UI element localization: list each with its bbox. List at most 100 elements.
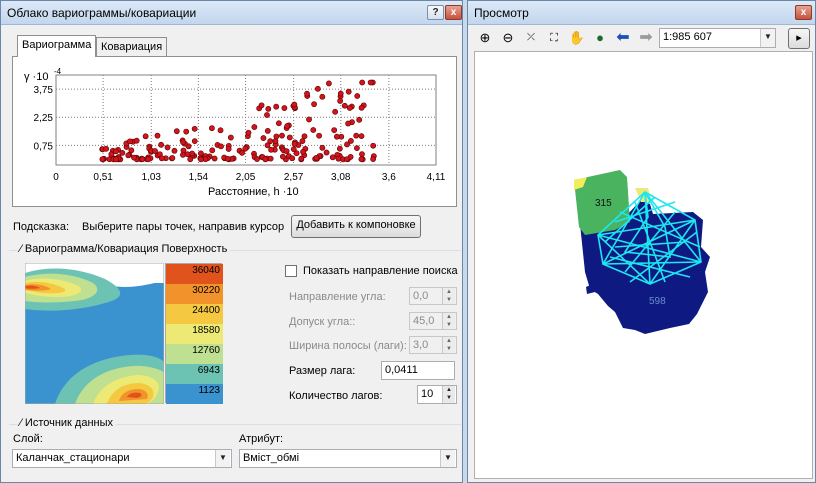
variogram-scatter-chart[interactable]: 0 0,51 1,03 1,54 2,05 2,57 3,08 3,6 4,11 0,75 2,25… [13, 57, 456, 206]
show-direction-checkbox[interactable] [285, 265, 297, 277]
data-point[interactable] [370, 156, 377, 162]
attribute-select[interactable]: Вміст_обмі [239, 449, 457, 468]
data-point[interactable] [346, 105, 353, 111]
data-point[interactable] [125, 152, 132, 159]
data-point[interactable] [113, 156, 119, 163]
fixed-zoom-out-icon[interactable]: ⛶ [545, 29, 563, 47]
zoom-in-icon[interactable]: ⊕ [476, 29, 494, 47]
data-point[interactable] [264, 142, 271, 149]
scale-dropdown-arrow-icon[interactable]: ▼ [760, 29, 775, 47]
data-point[interactable] [171, 147, 178, 154]
data-point[interactable] [319, 144, 326, 151]
data-point[interactable] [332, 108, 339, 115]
data-point[interactable] [191, 125, 198, 132]
data-point[interactable] [331, 127, 338, 134]
data-point[interactable] [211, 155, 218, 162]
data-point[interactable] [112, 148, 119, 155]
data-point[interactable] [354, 145, 360, 152]
fixed-zoom-in-icon[interactable]: ⤫ [522, 29, 540, 47]
data-point[interactable] [254, 156, 260, 162]
data-point[interactable] [154, 132, 161, 139]
data-point[interactable] [310, 127, 317, 133]
data-point[interactable] [283, 148, 290, 155]
data-point[interactable] [218, 143, 224, 150]
data-point[interactable] [279, 153, 286, 160]
preview-close-button[interactable]: x [795, 5, 812, 20]
data-point[interactable] [209, 147, 216, 154]
data-point[interactable] [335, 155, 342, 162]
data-point[interactable] [264, 112, 270, 118]
data-point[interactable] [184, 151, 191, 158]
data-point[interactable] [145, 156, 152, 163]
data-point[interactable] [291, 101, 298, 108]
data-point[interactable] [329, 154, 336, 161]
toolbar-more-button[interactable]: ▸ [788, 28, 810, 49]
data-point[interactable] [180, 139, 187, 146]
data-point[interactable] [260, 135, 267, 141]
data-point[interactable] [268, 146, 274, 153]
map-canvas[interactable]: 315 598 [475, 52, 812, 478]
data-point[interactable] [286, 134, 293, 141]
data-point[interactable] [299, 138, 306, 144]
data-point[interactable] [326, 80, 332, 87]
back-arrow-icon[interactable]: ⬅ [614, 29, 632, 47]
data-point[interactable] [183, 128, 190, 135]
data-point[interactable] [367, 79, 374, 86]
data-point[interactable] [336, 145, 343, 152]
lag-size-input[interactable]: 0,0411 [381, 361, 455, 380]
data-point[interactable] [359, 151, 365, 158]
full-extent-globe-icon[interactable]: ● [591, 29, 609, 47]
data-point[interactable] [354, 93, 361, 99]
data-point[interactable] [345, 88, 352, 95]
data-point[interactable] [281, 105, 288, 111]
data-point[interactable] [173, 128, 180, 135]
data-point[interactable] [358, 156, 365, 163]
data-point[interactable] [314, 85, 321, 92]
data-point[interactable] [209, 125, 215, 132]
data-point[interactable] [313, 154, 320, 161]
data-point[interactable] [341, 102, 348, 109]
data-point[interactable] [319, 93, 326, 100]
forward-arrow-icon[interactable]: ➡ [637, 29, 655, 47]
data-point[interactable] [227, 134, 234, 141]
data-point[interactable] [225, 156, 231, 162]
data-point[interactable] [133, 137, 140, 144]
data-point[interactable] [311, 101, 317, 108]
data-point[interactable] [358, 104, 365, 111]
data-point[interactable] [158, 155, 165, 162]
data-point[interactable] [131, 154, 137, 161]
data-point[interactable] [264, 128, 271, 134]
data-point[interactable] [316, 132, 323, 139]
data-point[interactable] [265, 105, 272, 112]
data-point[interactable] [262, 156, 269, 163]
data-point[interactable] [267, 155, 274, 162]
tab-covariance[interactable]: Ковариация [96, 37, 168, 57]
data-point[interactable] [217, 127, 224, 134]
close-button[interactable]: x [445, 5, 462, 20]
data-point[interactable] [306, 116, 312, 123]
layer-select[interactable]: Каланчак_стационари [12, 449, 232, 468]
data-point[interactable] [99, 156, 106, 163]
angle-direction-spinner[interactable]: ▲ ▼ [442, 288, 455, 304]
pan-hand-icon[interactable]: ✋ [568, 29, 586, 47]
data-point[interactable] [333, 133, 340, 140]
data-point[interactable] [323, 149, 330, 156]
data-point[interactable] [245, 129, 252, 136]
data-point[interactable] [239, 149, 245, 156]
data-point[interactable] [258, 102, 265, 109]
data-point[interactable] [158, 141, 165, 148]
data-point[interactable] [272, 138, 279, 144]
data-point[interactable] [139, 156, 146, 163]
data-point[interactable] [128, 147, 135, 154]
data-point[interactable] [370, 142, 377, 149]
lag-count-spinner[interactable]: ▲ ▼ [442, 386, 455, 403]
data-point[interactable] [225, 146, 232, 152]
data-point[interactable] [119, 149, 126, 156]
data-point[interactable] [356, 116, 363, 123]
data-point[interactable] [301, 133, 308, 140]
help-button[interactable]: ? [427, 5, 444, 20]
data-point[interactable] [337, 90, 344, 97]
data-point[interactable] [343, 156, 350, 163]
data-point[interactable] [273, 133, 280, 140]
data-point[interactable] [353, 132, 360, 139]
